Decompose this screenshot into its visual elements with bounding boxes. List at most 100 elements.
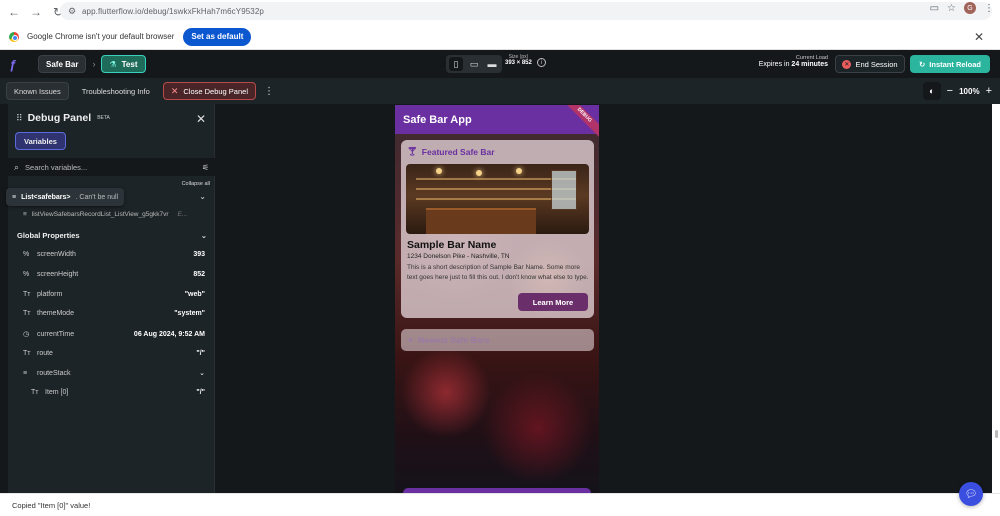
zoom-level: 100% [959,86,980,96]
infobar-close-icon[interactable]: ✕ [974,30,984,44]
newest-header: ✦ Newest Safe Bars [401,329,594,351]
chat-support-icon[interactable]: 💬︎ [959,482,983,506]
flutterflow-logo-icon[interactable]: ƒ [6,57,20,72]
close-debug-panel-button[interactable]: ✕ Close Debug Panel [162,82,256,100]
property-row-screenwidth[interactable]: % screenWidth 393 [23,251,205,258]
chevron-down-icon: ⌄ [200,231,207,240]
refresh-icon: ↻ [919,59,926,69]
address-bar[interactable]: ⚙ app.flutterflow.io/debug/1swkxFkHah7m6… [60,2,992,20]
collapse-all-button[interactable]: Collapse all [182,181,210,187]
learn-more-button[interactable]: Learn More [518,293,588,311]
back-icon[interactable]: ← [4,2,24,22]
bar-name: Sample Bar Name [407,239,497,251]
expires-value: 24 minutes [791,61,828,68]
site-info-icon[interactable]: ⚙ [68,6,78,16]
property-name: platform [37,291,63,298]
test-mode-pill[interactable]: ⚗ Test [101,55,146,73]
bar-image [406,164,589,234]
property-value: "web" [184,291,205,298]
filter-icon[interactable]: ⚟ [202,163,209,172]
zoom-in-icon[interactable]: + [986,85,992,97]
search-icon: ⌕ [14,161,20,172]
end-session-button[interactable]: ✕ End Session [835,55,905,73]
property-name: themeMode [37,310,74,317]
zoom-out-icon[interactable]: − [947,85,953,97]
clock-type-icon: ◷ [23,331,30,338]
text-type-icon: Tт [23,291,31,298]
property-name: screenWidth [37,251,76,258]
percent-type-icon: % [23,251,30,258]
search-input[interactable]: Search variables... [25,163,87,172]
type-tooltip: ≡ List<safebars> . Can't be null [6,188,125,206]
browser-toolbar: ← → ↻ ⚙ app.flutterflow.io/debug/1swkxFk… [0,0,1000,24]
browser-menu-icon[interactable]: ⋮ [984,3,994,14]
property-row-platform[interactable]: Tт platform "web" [23,291,205,298]
desktop-device-icon[interactable]: ▬ [485,57,499,71]
cocktail-icon: 🍸︎ [407,146,418,156]
property-value: "/" [196,350,205,357]
featured-label: Featured Safe Bar [421,146,495,157]
property-row-route[interactable]: Tт route "/" [23,350,205,357]
property-name: currentTime [37,330,75,338]
size-value: 393 × 852 [505,60,532,66]
zoom-controls: ◐ − 100% + [922,82,992,100]
property-row-screenheight[interactable]: % screenHeight 852 [23,271,205,278]
property-value: "/" [196,389,205,396]
debug-panel: ⠿ Debug Panel BETA ✕ Variables ⌕ Search … [6,104,215,493]
list-icon: ≡ [23,369,28,377]
list-variable-row[interactable]: ≡ listViewSafebarsRecordList_ListView_g5… [23,211,187,218]
debug-toolbar: Known Issues Troubleshooting Info ✕ Clos… [0,78,1000,104]
property-row-currenttime[interactable]: ◷ currentTime 06 Aug 2024, 9:52 AM [23,330,205,339]
cast-icon[interactable]: ▭ [930,3,939,14]
dark-mode-toggle-icon[interactable]: ◐ [922,82,941,100]
tab-variables[interactable]: Variables [15,132,66,150]
instant-reload-button[interactable]: ↻ Instant Reload [910,55,990,73]
variable-search[interactable]: ⌕ Search variables... ⚟ [8,158,215,176]
device-selector: ▯ ▭ ▬ [446,55,502,73]
text-type-icon: Tт [31,389,39,396]
end-session-label: End Session [855,59,898,69]
url-text: app.flutterflow.io/debug/1swkxFkHah7m6cY… [82,6,264,16]
property-name: routeStack [37,369,71,377]
load-info: Current Load Expires in 24 minutes [759,55,828,68]
expires-text: Expires in 24 minutes [759,61,828,68]
percent-type-icon: % [23,271,30,278]
bar-address: 1234 Donelson Pike - Nashville, TN [407,253,510,260]
property-value: 852 [193,271,205,278]
property-row-thememode[interactable]: Tт themeMode "system" [23,310,205,317]
debug-panel-close-icon[interactable]: ✕ [196,112,206,126]
list-variable-ellipsis: E... [177,211,188,218]
more-options-icon[interactable]: ⋮ [264,86,274,97]
profile-avatar[interactable]: G [964,2,976,14]
app-bar: Safe Bar App [395,105,599,134]
page-scrollbar-thumb[interactable] [995,430,998,438]
property-row-routestack[interactable]: ≡ routeStack ⌄ [23,369,205,378]
global-properties-label: Global Properties [17,231,80,240]
phone-preview[interactable]: Safe Bar App DEBUG 🍸︎ Featured Safe Bar … [395,105,599,493]
property-value: 393 [193,251,205,258]
project-name-pill[interactable]: Safe Bar [38,55,87,73]
default-browser-infobar: Google Chrome isn't your default browser… [0,24,1000,50]
property-value: 06 Aug 2024, 9:52 AM [133,330,205,338]
instant-reload-label: Instant Reload [929,59,981,69]
expires-prefix: Expires in [758,61,790,68]
property-row-item-0[interactable]: Tт Item [0] "/" [31,389,205,396]
size-readout: Size (px) 393 × 852 [505,54,532,66]
tooltip-type: List<safebars> [21,193,71,201]
known-issues-button[interactable]: Known Issues [6,82,69,100]
breadcrumb-chevron-icon: › [92,59,96,69]
tablet-device-icon[interactable]: ▭ [467,57,481,71]
tooltip-note: . Can't be null [75,193,119,201]
bookmark-star-icon[interactable]: ☆ [947,3,956,14]
phone-device-icon[interactable]: ▯ [449,57,463,71]
info-icon[interactable]: i [537,58,546,67]
set-default-button[interactable]: Set as default [183,27,252,46]
chevron-down-icon[interactable]: ⌄ [199,192,206,201]
property-value: "system" [174,310,205,317]
troubleshooting-button[interactable]: Troubleshooting Info [75,82,157,100]
global-properties-header[interactable]: Global Properties ⌄ [17,231,207,240]
property-name: route [37,350,53,357]
forward-icon[interactable]: → [26,2,46,22]
list-variable-name: listViewSafebarsRecordList_ListView_g5gk… [31,211,169,218]
drag-handle-icon[interactable]: ⠿ [16,113,23,124]
